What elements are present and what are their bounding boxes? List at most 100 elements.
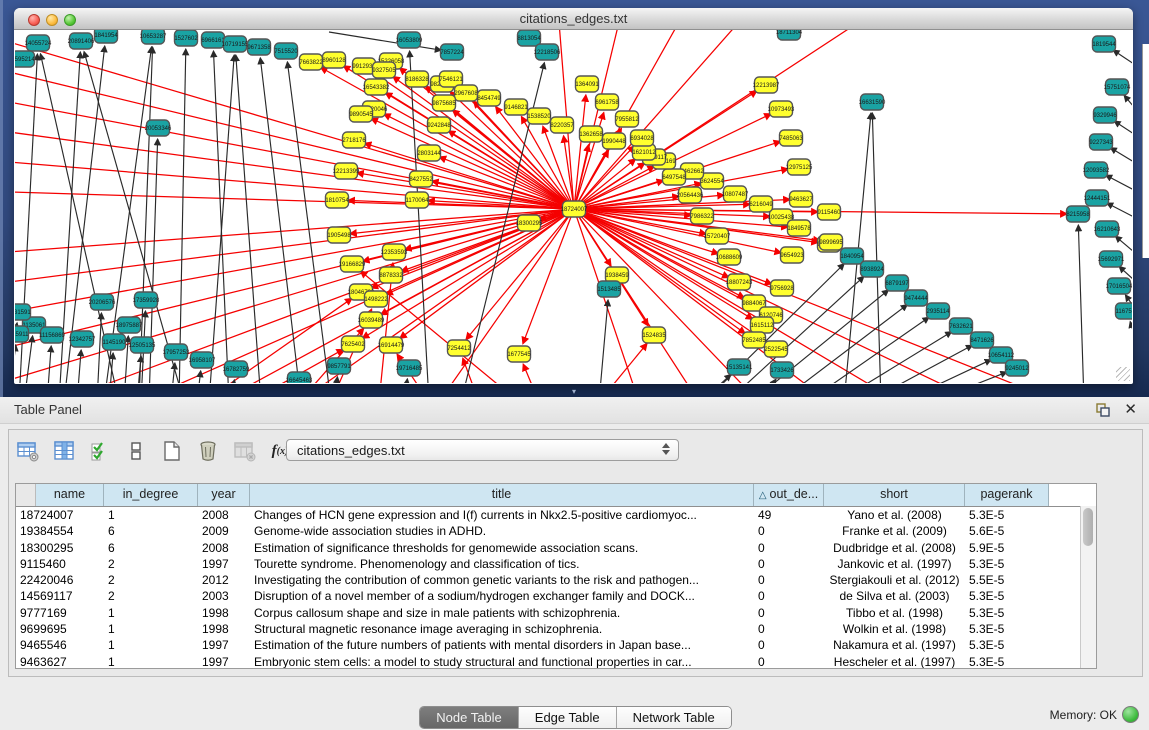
table-row[interactable]: 977716911998Corpus callosum shape and si… [16,605,1096,621]
network-node[interactable]: 2803144 [417,145,441,161]
table-row[interactable]: 911546021997Tourette syndrome. Phenomeno… [16,556,1096,572]
network-node[interactable]: 8471626 [970,332,994,348]
network-node[interactable]: 11156869 [39,327,65,343]
network-node[interactable]: 14055724 [25,35,52,51]
network-node[interactable]: 1849578 [787,220,811,236]
network-node[interactable]: 7632621 [949,318,973,334]
network-node[interactable]: 9899695 [819,234,843,250]
network-edge[interactable] [15,162,574,209]
memory-status-icon[interactable] [1122,706,1139,723]
network-node[interactable]: 9146821 [504,99,528,115]
network-node[interactable]: 8960128 [322,52,346,68]
network-edge[interactable] [260,58,301,383]
network-node[interactable]: 16053809 [396,32,423,48]
network-node[interactable]: 16210643 [1094,221,1121,237]
network-node[interactable]: 18807243 [726,274,753,290]
network-node[interactable]: 1524835 [642,327,666,343]
network-node[interactable]: 10719155 [222,36,249,52]
network-node[interactable]: 2967608 [454,85,478,101]
network-edge[interactable] [1130,322,1132,334]
network-edge[interactable] [15,345,16,383]
network-node[interactable]: 6497548 [662,169,686,185]
network-edge[interactable] [179,49,186,383]
scrollbar-thumb[interactable] [1083,508,1093,546]
column-header-in_degree[interactable]: in_degree [104,484,198,506]
column-header-short[interactable]: short [824,484,965,506]
network-edge[interactable] [360,271,519,383]
network-node[interactable]: 7857224 [440,44,464,60]
network-node[interactable]: 1513485 [597,281,621,297]
network-node[interactable]: 6934028 [630,130,654,146]
network-node[interactable]: 7254412 [447,340,471,356]
network-node[interactable]: 9474444 [904,290,928,306]
network-node[interactable]: 7986322 [690,208,714,224]
window-resize-grip[interactable] [1116,367,1130,381]
network-edge[interactable] [599,344,647,383]
table-row[interactable]: 969969511998Structural magnetic resonanc… [16,621,1096,637]
network-node[interactable]: 1990448 [602,133,626,149]
network-node[interactable]: 18300295 [516,215,543,231]
network-node[interactable]: 9756928 [770,280,794,296]
network-node[interactable]: 8878332 [379,267,403,283]
network-edge[interactable] [15,132,574,209]
network-node[interactable]: 2718176 [342,132,366,148]
network-node[interactable]: 10973493 [768,101,795,117]
network-edge[interactable] [599,300,608,383]
network-node[interactable]: 12342757 [69,331,96,347]
network-node[interactable]: 1819544 [1092,36,1116,52]
network-node[interactable]: 20206576 [89,294,116,310]
network-canvas[interactable]: 1872400776638228960128991293415226058932… [15,30,1132,383]
network-edge[interactable] [1113,50,1132,64]
network-node[interactable]: 12213987 [753,77,780,93]
network-edge[interactable] [523,364,539,383]
network-node[interactable]: 9875685 [432,95,456,111]
network-node[interactable]: 7485063 [779,130,803,146]
network-edge[interactable] [209,55,234,383]
network-edge[interactable] [1078,225,1084,383]
network-window-titlebar[interactable]: citations_edges.txt [14,8,1133,30]
network-edge[interactable] [1124,95,1132,107]
network-node[interactable]: 1841954 [94,30,118,43]
network-edge[interactable] [872,113,881,383]
network-node[interactable]: 1362658 [579,126,603,142]
table-row[interactable]: 946362711997Embryonic stem cells: a mode… [16,654,1096,669]
network-edge[interactable] [1107,203,1132,217]
network-node[interactable]: 20564436 [677,187,704,203]
network-node[interactable]: 16543382 [363,79,390,95]
network-node[interactable]: 2935114 [927,303,951,319]
network-node[interactable]: 12444151 [1084,190,1111,206]
column-header-pagerank[interactable]: pagerank [965,484,1049,506]
network-node[interactable]: 8427552 [409,171,433,187]
network-node[interactable]: 10688609 [716,249,743,265]
table-selector-dropdown[interactable]: citations_edges.txt [286,439,679,461]
network-edge[interactable] [807,317,929,383]
network-node[interactable]: 1145190 [103,334,127,350]
column-header-out_de[interactable]: △out_de... [754,484,824,506]
network-node[interactable]: 16958107 [189,352,216,368]
table-row[interactable]: 946554611997Estimation of the future num… [16,637,1096,653]
network-node[interactable]: 12093582 [1083,162,1110,178]
network-edge[interactable] [574,209,772,284]
network-node[interactable]: 16631590 [859,94,886,110]
network-node[interactable]: 15751074 [1104,79,1131,95]
network-node[interactable]: 12505135 [129,337,156,353]
table-row[interactable]: 1872400712008Changes of HCN gene express… [16,507,1096,523]
network-edge[interactable] [1110,148,1132,162]
column-header-title[interactable]: title [250,484,754,506]
table-settings-icon[interactable] [15,438,41,464]
network-node[interactable]: 3915911 [15,326,29,342]
network-node[interactable]: 12353593 [381,244,408,260]
network-node[interactable]: 9115460 [818,204,842,220]
network-node[interactable]: 8813054 [517,30,541,46]
network-node[interactable]: 8215958 [1066,206,1090,222]
column-header-year[interactable]: year [198,484,250,506]
network-node[interactable]: 8938924 [860,261,884,277]
network-node[interactable]: 9857791 [327,358,351,374]
network-node[interactable]: 1810754 [325,192,349,208]
select-columns-icon[interactable] [51,438,77,464]
network-node[interactable]: 18711304 [776,30,803,40]
network-node[interactable]: 1167533 [1116,303,1133,319]
delete-table-icon[interactable] [231,438,257,464]
float-panel-icon[interactable] [1095,402,1111,418]
network-edge[interactable] [1114,121,1132,134]
